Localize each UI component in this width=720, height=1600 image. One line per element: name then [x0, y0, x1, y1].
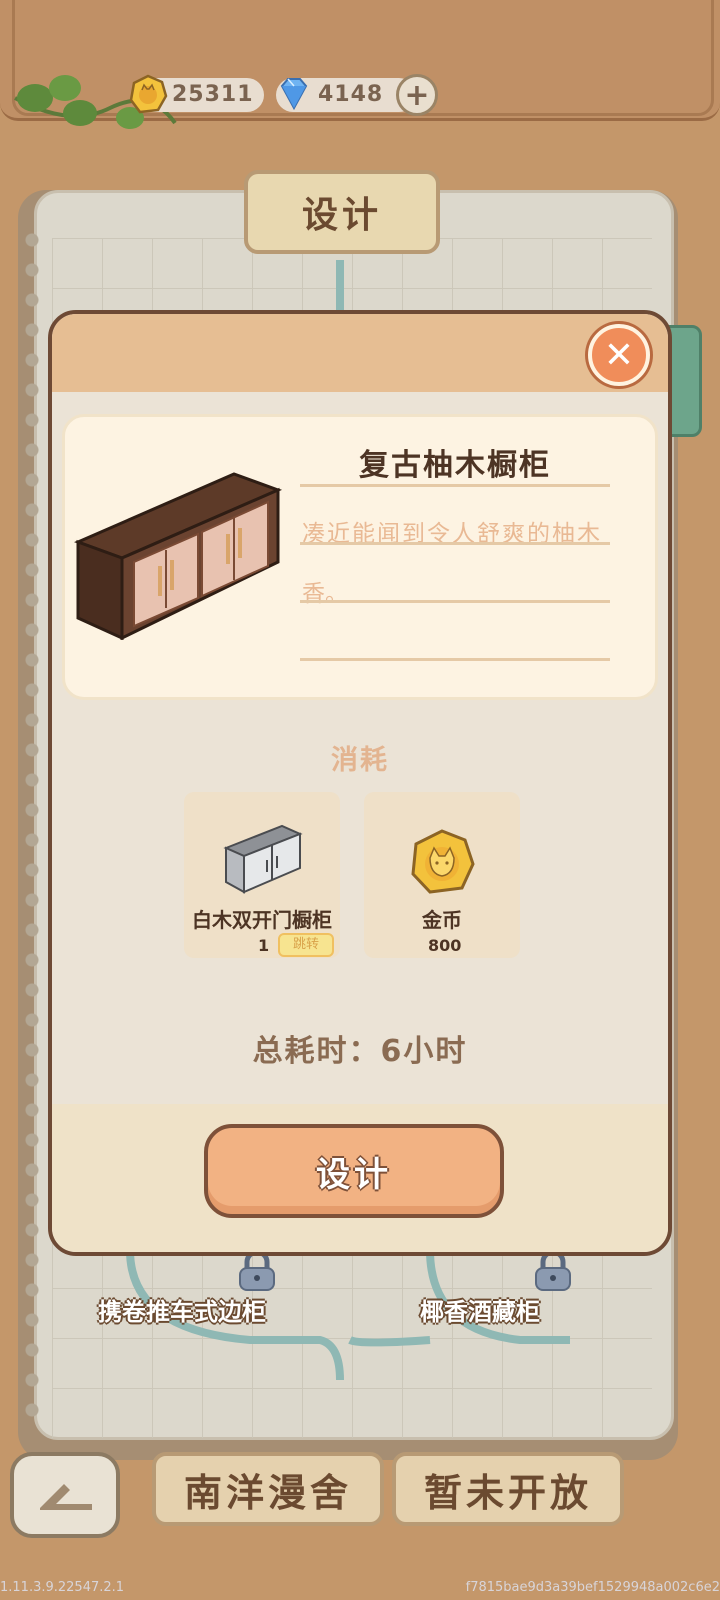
item-name: 复古柚木橱柜: [359, 448, 551, 483]
name-underline: [300, 484, 610, 487]
cabinet-icon: [223, 824, 303, 894]
teak-cabinet-image: [74, 472, 283, 640]
cost-item-amount: 800: [428, 936, 462, 955]
coin-icon: [411, 829, 475, 894]
close-button[interactable]: ✕: [588, 324, 650, 386]
dialog-header: [52, 314, 668, 392]
cost-item-name: 金币: [422, 908, 462, 932]
cost-item-amount: 1: [258, 936, 270, 955]
total-time: 总耗时：6小时: [252, 1034, 468, 1069]
desc-rule: [300, 542, 610, 545]
cost-card-coin: [364, 792, 520, 958]
design-button[interactable]: 设计: [204, 1124, 504, 1218]
cost-item-name: 白木双开门橱柜: [192, 908, 332, 932]
cost-title: 消耗: [331, 745, 389, 776]
desc-rule: [300, 658, 610, 661]
desc-rule: [300, 600, 610, 603]
jump-button[interactable]: 跳转: [278, 933, 334, 957]
